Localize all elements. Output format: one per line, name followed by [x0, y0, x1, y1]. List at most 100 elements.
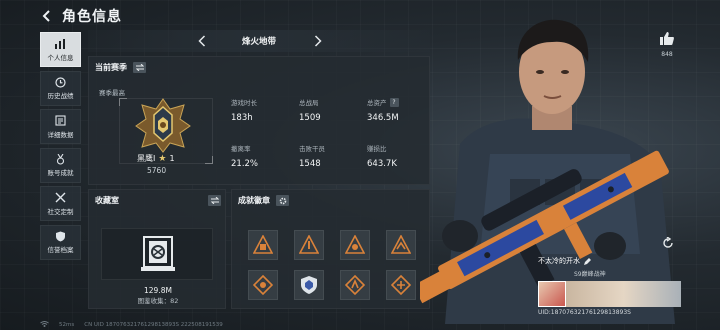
stat-value: 21.2%	[231, 159, 259, 169]
stat-label: 总资产	[367, 99, 387, 107]
map-selector: 烽火地带	[88, 30, 430, 52]
rank-score: 5760	[147, 166, 167, 175]
collection-panel[interactable]: 收藏室 129.8M 图鉴收集：82	[88, 189, 226, 309]
nav-item-label: 信誉档案	[47, 246, 74, 254]
nav-item-label: 详细数据	[47, 130, 74, 139]
achievement-badge[interactable]	[340, 270, 370, 300]
bar-chart-icon	[54, 38, 68, 50]
collection-count: 图鉴收集：82	[137, 297, 179, 305]
season-best-label: 赛季最高	[99, 89, 125, 97]
shield-icon	[54, 230, 68, 242]
prev-map-button[interactable]	[194, 33, 210, 49]
rank-name-text: 黑鹰Ⅰ	[137, 154, 156, 163]
badge-icon	[391, 275, 411, 295]
nav-item-social[interactable]: 社交定制	[40, 186, 81, 221]
nav-item-details[interactable]: 详细数据	[40, 109, 81, 144]
stat-label: 总战局	[299, 99, 319, 107]
achievement-badge[interactable]	[294, 230, 324, 260]
chevron-left-icon	[42, 10, 50, 22]
player-card[interactable]: 不太冷的开水 S9巅峰战神 UID:18707632176129813893S	[538, 256, 683, 316]
badge-icon	[299, 235, 319, 254]
stat-playtime: 游戏时长 183h	[231, 97, 301, 123]
nav-item-label: 历史战绩	[47, 92, 74, 100]
stat-label: 击败干员	[299, 145, 325, 153]
season-header: 当前赛季	[95, 62, 146, 73]
achievements-settings-button[interactable]	[276, 195, 289, 206]
thumbs-up-icon	[660, 32, 674, 45]
switch-season-button[interactable]	[133, 62, 146, 73]
achievement-badge[interactable]	[248, 230, 278, 260]
player-name: 不太冷的开水	[538, 257, 580, 265]
star-icon: ★	[158, 153, 167, 164]
nav-item-history[interactable]: 历史战绩	[40, 70, 81, 106]
clock-icon	[54, 76, 68, 88]
stat-kills: 击败干员 1548	[299, 143, 369, 169]
player-banner-row	[538, 281, 683, 307]
signal-icon	[40, 321, 49, 329]
document-icon	[54, 115, 68, 127]
stat-value: 183h	[231, 113, 253, 123]
stat-label: 游戏时长	[231, 99, 257, 107]
nav-item-label: 账号成就	[47, 169, 74, 177]
page-title: 角色信息	[62, 9, 122, 25]
player-banner	[566, 281, 681, 307]
like-count: 848	[661, 51, 673, 58]
badge-icon	[345, 275, 365, 295]
chevron-left-icon	[198, 35, 206, 47]
achievements-panel: 成就徽章	[231, 189, 430, 309]
achievement-badge[interactable]	[386, 230, 416, 260]
achievements-header: 成就徽章	[238, 195, 289, 206]
achievement-badge[interactable]	[340, 230, 370, 260]
rotate-view-button[interactable]	[662, 234, 676, 248]
rank-emblem-icon	[135, 98, 191, 153]
switch-collection-button[interactable]	[208, 195, 221, 206]
stat-value: 1509	[299, 113, 321, 123]
like-button[interactable]: 848	[656, 30, 678, 58]
nav-item-reputation[interactable]: 信誉档案	[40, 224, 81, 260]
badge-icon	[391, 235, 411, 254]
collection-title: 收藏室	[95, 196, 119, 205]
badge-icon	[253, 235, 273, 254]
swap-icon	[210, 197, 219, 204]
rotate-icon	[663, 236, 673, 248]
page-header: 角色信息	[38, 6, 122, 26]
chevron-right-icon	[314, 35, 322, 47]
achievement-badge[interactable]	[248, 270, 278, 300]
stat-label: 撤离率	[231, 145, 251, 153]
stat-total-matches: 总战局 1509	[299, 97, 369, 123]
achievement-badge[interactable]	[294, 270, 324, 300]
display-case-icon	[141, 236, 175, 271]
achievements-title: 成就徽章	[238, 196, 270, 205]
badge-icon	[345, 235, 365, 254]
nav-item-label: 社交定制	[47, 207, 74, 216]
player-uid: UID:18707632176129813893S	[538, 309, 631, 316]
side-nav: 个人信息 历史战绩 详细数据 账号成就 社交定制 信誉档案	[40, 32, 82, 263]
nav-item-achievements[interactable]: 账号成就	[40, 147, 81, 183]
nav-item-label: 个人信息	[47, 53, 74, 62]
collection-value: 129.8M	[144, 286, 172, 295]
status-bar: 52ms CN UID 18707632176129813893S 222508…	[40, 321, 223, 329]
tools-icon	[54, 192, 68, 204]
player-guild: S9巅峰战神	[574, 271, 606, 278]
rank-name: 黑鹰Ⅰ ★ 1	[137, 153, 175, 164]
nav-item-personal-info[interactable]: 个人信息	[40, 32, 81, 67]
collection-header: 收藏室	[95, 195, 221, 206]
help-button[interactable]: ?	[389, 97, 399, 107]
build-info: CN UID 18707632176129813893S 22250819153…	[84, 322, 223, 328]
season-title: 当前赛季	[95, 63, 127, 72]
rank-stars: 1	[169, 154, 175, 163]
next-map-button[interactable]	[310, 33, 326, 49]
gear-icon	[279, 197, 286, 204]
avatar	[538, 281, 566, 307]
medal-icon	[54, 153, 68, 165]
ping-value: 52ms	[59, 322, 75, 328]
swap-icon	[135, 64, 144, 71]
player-name-row: 不太冷的开水	[538, 256, 683, 266]
edit-icon[interactable]	[584, 257, 591, 265]
achievement-badge[interactable]	[386, 270, 416, 300]
stat-value: 1548	[299, 159, 321, 169]
season-panel: 当前赛季 赛季最高 黑鹰Ⅰ ★ 1 5760 游戏时长 183h 总战局 150…	[88, 56, 430, 185]
back-button[interactable]	[38, 7, 56, 25]
map-name: 烽火地带	[241, 37, 276, 47]
stat-extract-rate: 撤离率 21.2%	[231, 143, 301, 169]
